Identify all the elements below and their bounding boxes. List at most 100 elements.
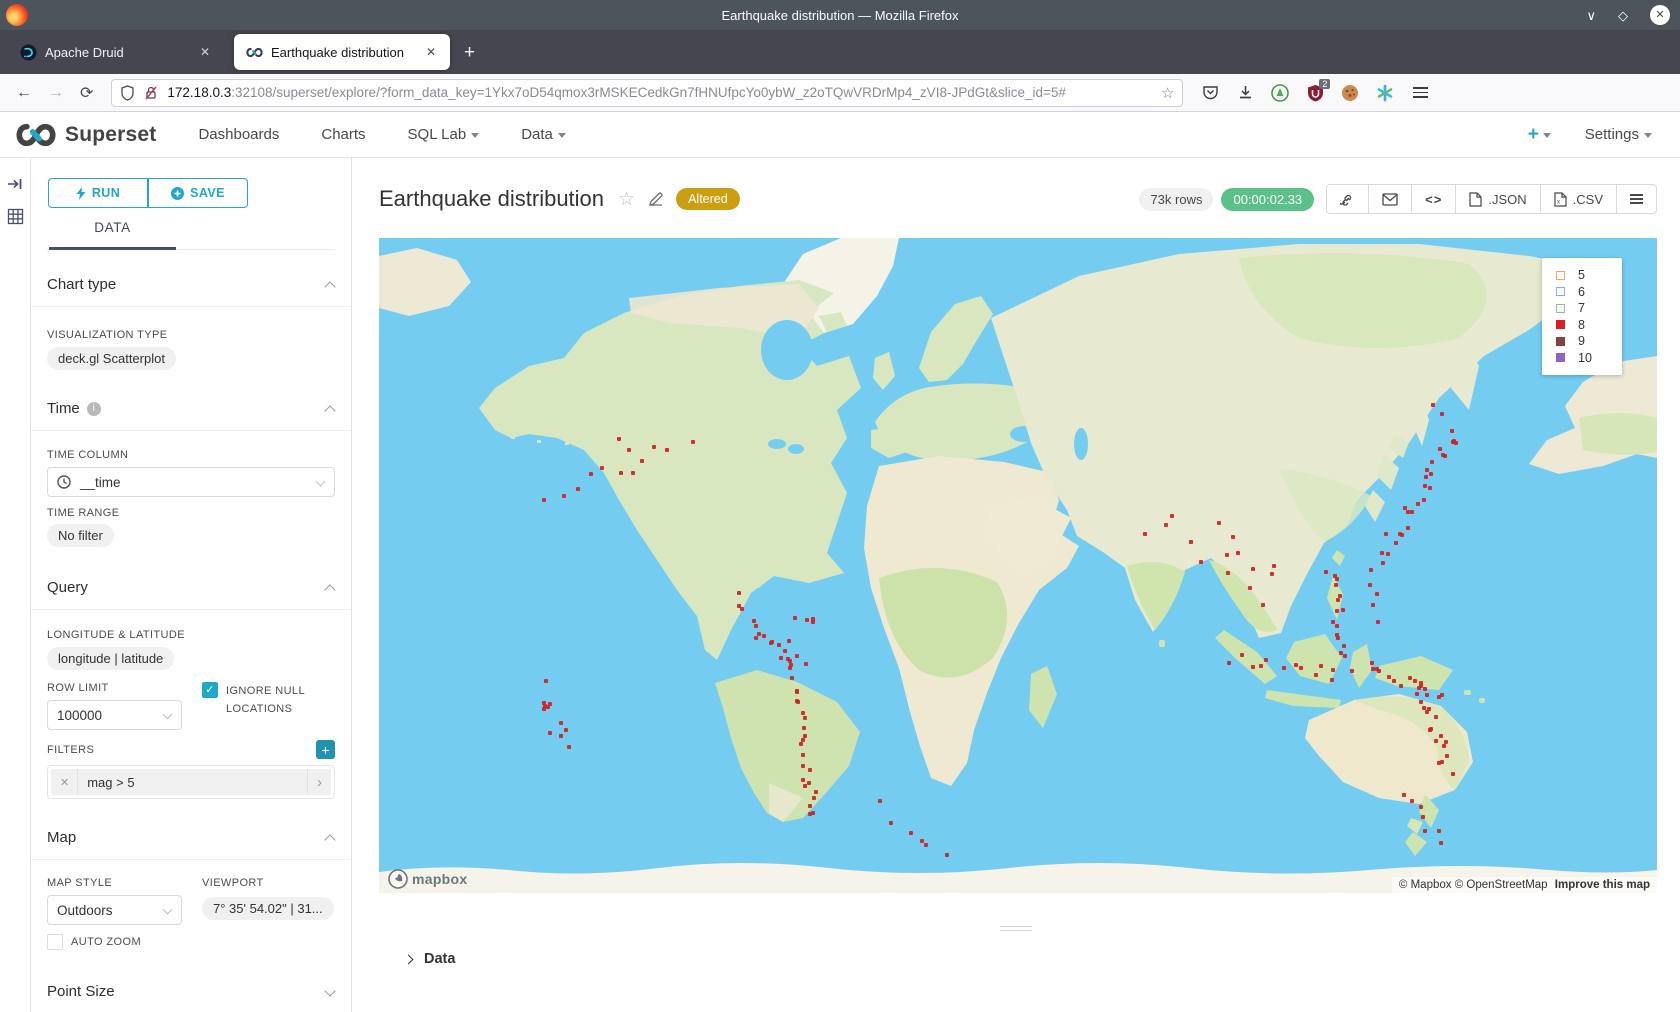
section-time[interactable]: Timei xyxy=(47,400,335,417)
earthquake-dot xyxy=(1248,586,1252,590)
extension-badge: 2 xyxy=(1319,79,1330,89)
chevron-up-icon[interactable] xyxy=(325,833,335,843)
settings-menu[interactable]: Settings xyxy=(1585,126,1652,143)
new-tab-button[interactable]: + xyxy=(464,42,475,64)
tab-close-icon[interactable]: ✕ xyxy=(422,43,440,61)
chevron-down-icon[interactable] xyxy=(325,987,335,997)
browser-tab-apache-druid[interactable]: Apache Druid ✕ xyxy=(8,34,224,70)
earthquake-dot xyxy=(1227,661,1231,665)
checkbox-checked-icon[interactable]: ✓ xyxy=(202,682,218,698)
viewport-value[interactable]: 7° 35' 54.02" | 31... xyxy=(202,897,334,920)
export-json-button[interactable]: .JSON xyxy=(1455,185,1539,213)
reload-button[interactable]: ⟳ xyxy=(80,83,93,103)
earthquake-dot xyxy=(1369,568,1373,572)
browser-menu-icon[interactable] xyxy=(1411,84,1429,102)
section-chart-type[interactable]: Chart type xyxy=(47,276,335,293)
window-maximize-button[interactable]: ◇ xyxy=(1618,9,1628,22)
url-bar[interactable]: 172.18.0.3:32108/superset/explore/?form_… xyxy=(111,79,1183,107)
privacy-badger-icon[interactable] xyxy=(1271,84,1289,102)
embed-code-button[interactable]: <> xyxy=(1411,185,1455,213)
add-filter-button[interactable]: + xyxy=(316,740,335,759)
url-path: :32108/superset/explore/?form_data_key=1… xyxy=(231,85,1066,100)
copy-link-button[interactable] xyxy=(1327,185,1368,213)
earthquake-dot xyxy=(1406,526,1410,530)
tracking-shield-icon[interactable] xyxy=(120,85,135,101)
tab-close-icon[interactable]: ✕ xyxy=(196,43,214,61)
dataset-grid-icon[interactable] xyxy=(7,208,24,225)
nav-charts[interactable]: Charts xyxy=(321,126,365,143)
chart-menu-button[interactable] xyxy=(1616,185,1656,213)
edit-pencil-icon[interactable] xyxy=(648,191,664,207)
browser-tab-earthquake-distribution[interactable]: Earthquake distribution ✕ xyxy=(234,34,450,70)
ublock-shield-icon[interactable]: 2 xyxy=(1306,84,1324,102)
deckgl-scatterplot-map[interactable]: 5 6 7 8 9 10 mapbox © Mapbox © OpenStree… xyxy=(379,238,1657,893)
map-style-select[interactable]: Outdoors xyxy=(47,895,182,925)
tab-data[interactable]: DATA xyxy=(49,220,176,235)
earthquake-dot xyxy=(1240,653,1244,657)
visualization-type-value[interactable]: deck.gl Scatterplot xyxy=(47,347,176,370)
earthquake-dot xyxy=(803,784,807,788)
earthquake-dot xyxy=(1424,475,1428,479)
save-button[interactable]: SAVE xyxy=(148,178,248,208)
nav-dashboards[interactable]: Dashboards xyxy=(198,126,279,143)
export-csv-button[interactable]: x.CSV xyxy=(1540,185,1616,213)
expand-filter-icon[interactable]: › xyxy=(307,769,331,795)
insecure-lock-icon[interactable] xyxy=(143,85,159,101)
downloads-icon[interactable] xyxy=(1236,84,1254,102)
earthquake-dot xyxy=(1264,658,1268,662)
window-close-button[interactable]: ✕ xyxy=(1650,5,1670,25)
remove-filter-icon[interactable]: ✕ xyxy=(51,769,78,795)
earthquake-dot xyxy=(811,617,815,621)
earthquake-dot xyxy=(1425,693,1429,697)
time-range-value[interactable]: No filter xyxy=(47,524,114,547)
ignore-null-checkbox-row[interactable]: ✓ IGNORE NULLLOCATIONS xyxy=(202,682,335,718)
add-new-button[interactable]: + xyxy=(1528,124,1551,146)
pocket-icon[interactable] xyxy=(1201,84,1219,102)
earthquake-dot xyxy=(1251,665,1255,669)
earthquake-dot xyxy=(1226,571,1230,575)
collapse-panel-icon[interactable] xyxy=(7,176,23,192)
panel-drag-handle[interactable] xyxy=(1000,923,1032,934)
favorite-star-icon[interactable]: ☆ xyxy=(618,188,635,211)
earthquake-dot xyxy=(802,726,806,730)
attribution-osm[interactable]: © OpenStreetMap xyxy=(1455,879,1548,891)
info-icon: i xyxy=(87,402,101,416)
map-legend[interactable]: 5 6 7 8 9 10 xyxy=(1542,258,1622,375)
altered-badge[interactable]: Altered xyxy=(676,188,740,210)
bookmark-star-icon[interactable]: ☆ xyxy=(1161,84,1174,102)
lonlat-value[interactable]: longitude | latitude xyxy=(47,647,174,670)
legend-item: 5 xyxy=(1556,267,1622,284)
attribution-mapbox[interactable]: © Mapbox xyxy=(1399,879,1452,891)
attribution-improve-link[interactable]: Improve this map xyxy=(1555,879,1650,891)
checkbox-unchecked-icon[interactable] xyxy=(47,934,63,950)
superset-logo[interactable]: Superset xyxy=(16,123,156,147)
nav-sql-lab[interactable]: SQL Lab xyxy=(408,126,480,143)
chevron-down-icon xyxy=(1644,133,1652,138)
section-map[interactable]: Map xyxy=(47,829,335,846)
chevron-up-icon[interactable] xyxy=(325,280,335,290)
chevron-up-icon[interactable] xyxy=(325,404,335,414)
earthquake-dot xyxy=(567,745,571,749)
section-query[interactable]: Query xyxy=(47,579,335,596)
mapbox-logo[interactable]: mapbox xyxy=(388,869,467,889)
forward-button[interactable]: → xyxy=(48,84,64,102)
share-email-button[interactable] xyxy=(1368,185,1411,213)
auto-zoom-checkbox-row[interactable]: AUTO ZOOM xyxy=(47,933,335,951)
data-panel-toggle[interactable]: Data xyxy=(405,951,455,967)
time-column-select[interactable]: __time xyxy=(47,467,335,497)
earthquake-dot xyxy=(1434,715,1438,719)
earthquake-dot xyxy=(542,498,546,502)
map-attribution: © Mapbox © OpenStreetMap Improve this ma… xyxy=(1392,877,1657,893)
browser-toolbar: ← → ⟳ 172.18.0.3:32108/superset/explore/… xyxy=(0,74,1680,112)
back-button[interactable]: ← xyxy=(16,84,32,102)
asterisk-extension-icon[interactable] xyxy=(1376,84,1394,102)
row-limit-select[interactable]: 100000 xyxy=(47,700,182,730)
window-minimize-button[interactable]: ∨ xyxy=(1586,9,1596,22)
earthquake-dot xyxy=(1429,472,1433,476)
run-button[interactable]: RUN xyxy=(48,178,148,208)
section-point-size[interactable]: Point Size xyxy=(47,983,335,1000)
filter-chip[interactable]: ✕ mag > 5 › xyxy=(51,769,331,795)
nav-data[interactable]: Data xyxy=(521,126,566,143)
cookie-icon[interactable] xyxy=(1341,84,1359,102)
chevron-up-icon[interactable] xyxy=(325,583,335,593)
